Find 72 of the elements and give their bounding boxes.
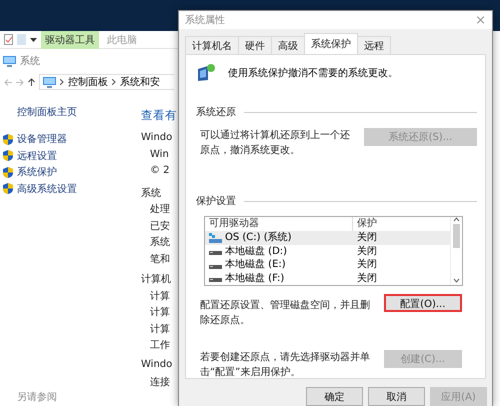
drive-name: 本地磁盘 (D:) bbox=[225, 244, 288, 258]
protection-status: 关闭 bbox=[357, 272, 377, 285]
see-also-heading: 另请参阅 bbox=[16, 390, 58, 404]
computer-shield-icon bbox=[196, 63, 216, 83]
instruction-text: 配置还原设置、管理磁盘空间，并且删除还原点。 bbox=[200, 298, 371, 328]
dropdown-icon[interactable] bbox=[30, 36, 37, 43]
info-label: 系统 bbox=[150, 236, 170, 250]
section-heading: Windo bbox=[141, 358, 172, 372]
nav-link[interactable]: 控制面板主页 bbox=[3, 105, 141, 119]
section-heading: 保护设置 bbox=[196, 194, 236, 208]
forward-icon[interactable] bbox=[16, 78, 24, 86]
info-label: 已安 bbox=[150, 220, 170, 234]
tab[interactable]: 计算机名 bbox=[185, 36, 239, 54]
info-label: 处理 bbox=[150, 202, 170, 217]
scroll-down-icon[interactable] bbox=[453, 278, 460, 283]
drive-name: 本地磁盘 (E:) bbox=[225, 258, 286, 272]
shield-icon bbox=[3, 134, 13, 145]
ribbon-tab[interactable]: 驱动器工具 bbox=[41, 31, 99, 48]
computer-icon bbox=[3, 56, 16, 66]
drive-row[interactable]: 本地磁盘 (D:) 关闭 bbox=[205, 244, 450, 258]
drive-row[interactable]: OS (C:) (系统) 关闭 bbox=[205, 231, 450, 244]
info-label: 工作 bbox=[150, 339, 170, 353]
section-heading: 系统还原 bbox=[196, 106, 236, 119]
info-label: 计算 bbox=[150, 322, 170, 336]
drive-row[interactable]: 本地磁盘 (F:) 关闭 bbox=[205, 272, 450, 285]
column-header[interactable]: 保护 bbox=[353, 217, 450, 231]
up-icon[interactable] bbox=[28, 78, 35, 86]
info-label: 计算 bbox=[150, 306, 170, 320]
info-label: 计算 bbox=[150, 290, 170, 304]
nav-link[interactable]: 远程设置 bbox=[3, 148, 141, 164]
nav-link[interactable]: 系统保护 bbox=[3, 164, 141, 180]
protection-status: 关闭 bbox=[357, 231, 377, 244]
system-drive-icon bbox=[209, 232, 222, 243]
info-label: 连接 bbox=[150, 376, 170, 390]
section-heading: Windo bbox=[141, 132, 172, 145]
tab[interactable]: 远程 bbox=[357, 36, 391, 54]
shield-icon bbox=[3, 150, 13, 162]
breadcrumb[interactable]: 控制面板 bbox=[68, 75, 108, 89]
address-bar[interactable]: 控制面板 系统和安 bbox=[39, 74, 174, 90]
window-title: 系统 bbox=[20, 54, 40, 68]
description-text: 使用系统保护撤消不需要的系统更改。 bbox=[228, 66, 398, 80]
nav-link[interactable]: 设备管理器 bbox=[3, 131, 141, 148]
section-heading: 系统 bbox=[141, 186, 161, 200]
computer-icon bbox=[43, 76, 56, 88]
instruction-text: 若要创建还原点，请先选择驱动器并单击“配置”来启用保护。 bbox=[200, 350, 371, 380]
info-label: © 2 bbox=[150, 165, 170, 178]
dialog-button[interactable]: 取消 bbox=[368, 387, 425, 406]
protection-status: 关闭 bbox=[357, 244, 377, 258]
dialog-button[interactable]: 确定 bbox=[306, 387, 363, 406]
dialog-title: 系统属性 bbox=[185, 14, 225, 27]
configure-button[interactable]: 配置(O)... bbox=[384, 294, 462, 312]
info-label: 笔和 bbox=[150, 252, 170, 266]
tab[interactable]: 系统保护 bbox=[304, 33, 358, 54]
info-label: Win bbox=[150, 148, 169, 162]
nav-link[interactable]: 高级系统设置 bbox=[3, 180, 141, 197]
back-icon[interactable] bbox=[4, 78, 12, 86]
restore-text: 可以通过将计算机还原到上一个还原点，撤消系统更改。 bbox=[200, 128, 351, 158]
chevron-icon bbox=[60, 79, 64, 85]
document-icon[interactable] bbox=[4, 34, 13, 45]
section-heading: 计算机 bbox=[141, 272, 171, 287]
scroll-up-icon[interactable] bbox=[453, 217, 460, 222]
chevron-icon bbox=[112, 79, 116, 85]
page-heading: 查看有 bbox=[141, 108, 177, 124]
shield-icon bbox=[3, 166, 13, 178]
drive-row[interactable]: 本地磁盘 (E:) 关闭 bbox=[205, 258, 450, 272]
protection-status: 关闭 bbox=[357, 258, 377, 272]
drive-name: OS (C:) (系统) bbox=[225, 231, 292, 244]
drive-name: 本地磁盘 (F:) bbox=[225, 272, 284, 285]
scrollbar[interactable] bbox=[450, 217, 462, 285]
shield-icon bbox=[3, 183, 13, 194]
breadcrumb[interactable]: 系统和安 bbox=[120, 75, 160, 89]
scroll-thumb[interactable] bbox=[453, 224, 460, 248]
